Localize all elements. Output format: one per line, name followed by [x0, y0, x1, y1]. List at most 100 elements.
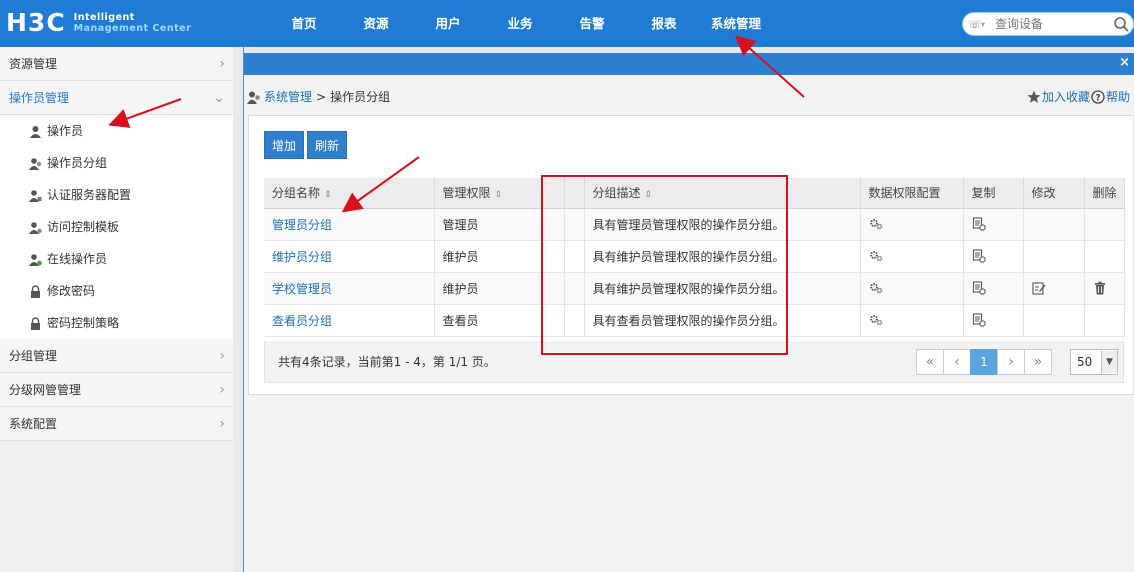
nav-resource[interactable]: 资源	[340, 0, 412, 47]
cell-delete[interactable]	[1084, 272, 1125, 305]
sort-icon[interactable]: ⇕	[645, 190, 653, 200]
sidebar-item-online-operator[interactable]: 在线操作员	[0, 243, 233, 275]
last-page-button[interactable]: »	[1024, 349, 1052, 375]
refresh-button[interactable]: 刷新	[307, 131, 348, 159]
pagination: « ‹ 1 › »	[916, 349, 1052, 375]
nav-system[interactable]: 系统管理	[700, 0, 772, 47]
sidebar-item-change-password[interactable]: 修改密码	[0, 275, 233, 307]
logo-subtitle: Intelligent Management Center	[74, 12, 192, 34]
nav-home[interactable]: 首页	[268, 0, 340, 47]
cell-spacer	[564, 208, 585, 241]
sidebar-item-operator-group[interactable]: 操作员分组	[0, 147, 233, 179]
gear-icon[interactable]	[869, 217, 883, 231]
record-summary: 共有4条记录，当前第1 - 4，第 1/1 页。	[278, 355, 496, 369]
table-footer: 共有4条记录，当前第1 - 4，第 1/1 页。 « ‹ 1 › » 50 ▼	[264, 341, 1124, 383]
sidebar-group-label: 操作员管理	[9, 91, 70, 105]
main-nav: 首页 资源 用户 业务 告警 报表 系统管理	[268, 0, 772, 47]
breadcrumb-current: 操作员分组	[330, 90, 391, 104]
sidebar-item-access-template[interactable]: 访问控制模板	[0, 211, 233, 243]
cell-edit[interactable]	[1023, 272, 1085, 305]
chevron-down-icon[interactable]: ▼	[1101, 351, 1117, 373]
cell-role: 维护员	[434, 240, 565, 273]
sort-icon[interactable]: ⇕	[324, 190, 332, 200]
column-header-delete: 删除	[1084, 178, 1125, 209]
cell-edit	[1023, 304, 1085, 337]
add-button[interactable]: 增加	[264, 131, 305, 159]
group-name-link[interactable]: 学校管理员	[272, 282, 332, 296]
search-icon[interactable]	[1113, 16, 1129, 32]
column-header-name[interactable]: 分组名称 ⇕	[264, 178, 435, 209]
gear-icon[interactable]	[869, 249, 883, 263]
column-label: 管理权限	[442, 186, 491, 201]
cell-delete	[1084, 208, 1125, 241]
column-header-edit: 修改	[1023, 178, 1085, 209]
first-page-button[interactable]: «	[916, 349, 944, 375]
cell-name[interactable]: 学校管理员	[264, 272, 435, 305]
sidebar-group-group-manage[interactable]: 分组管理 ›	[0, 339, 233, 373]
sidebar-item-password-policy[interactable]: 密码控制策略	[0, 307, 233, 339]
sort-icon[interactable]: ⇕	[495, 190, 503, 200]
sidebar-group-system-config[interactable]: 系统配置 ›	[0, 407, 233, 441]
logo-sub-line2: Management Center	[73, 23, 192, 34]
sidebar-group-resource[interactable]: 资源管理 ›	[0, 47, 233, 81]
cell-data-perm[interactable]	[860, 240, 964, 273]
gear-icon[interactable]	[869, 313, 883, 327]
gear-icon[interactable]	[869, 281, 883, 295]
group-name-link[interactable]: 维护员分组	[272, 250, 332, 264]
add-favorite-link[interactable]: 加入收藏	[1042, 88, 1090, 105]
logo[interactable]: H3C Intelligent Management Center	[6, 8, 191, 38]
nav-report[interactable]: 报表	[628, 0, 700, 47]
sidebar-item-label: 在线操作员	[47, 252, 108, 266]
chevron-down-icon[interactable]: ▾	[981, 20, 991, 29]
sidebar-item-label: 访问控制模板	[47, 220, 120, 234]
table-row: 管理员分组 管理员 具有管理员管理权限的操作员分组。	[264, 208, 1125, 241]
content-tabbar: ×	[244, 53, 1134, 75]
copy-icon[interactable]	[972, 217, 986, 231]
cell-data-perm[interactable]	[860, 304, 964, 337]
column-header-desc[interactable]: 分组描述 ⇕	[584, 178, 861, 209]
nav-service[interactable]: 业务	[484, 0, 556, 47]
chevron-right-icon: ›	[219, 416, 225, 432]
column-label: 分组名称	[272, 186, 321, 201]
edit-icon[interactable]	[1031, 281, 1046, 295]
cell-copy[interactable]	[963, 208, 1024, 241]
close-icon[interactable]: ×	[1119, 55, 1130, 70]
nav-user[interactable]: 用户	[412, 0, 484, 47]
cell-data-perm[interactable]	[860, 208, 964, 241]
user-online-icon	[29, 253, 42, 266]
copy-icon[interactable]	[972, 281, 986, 295]
page-size-select[interactable]: 50 ▼	[1070, 349, 1118, 375]
page-number-button[interactable]: 1	[970, 349, 998, 375]
column-label: 分组描述	[592, 186, 641, 201]
group-name-link[interactable]: 查看员分组	[272, 314, 332, 328]
nav-alarm[interactable]: 告警	[556, 0, 628, 47]
group-name-link[interactable]: 管理员分组	[272, 218, 332, 232]
breadcrumb-root[interactable]: 系统管理	[264, 88, 312, 105]
sidebar-item-auth-server[interactable]: 认证服务器配置	[0, 179, 233, 211]
trash-icon[interactable]	[1093, 281, 1107, 295]
cell-role: 维护员	[434, 272, 565, 305]
cell-name[interactable]: 管理员分组	[264, 208, 435, 241]
cell-copy[interactable]	[963, 304, 1024, 337]
column-spacer	[564, 178, 585, 209]
cell-desc: 具有维护员管理权限的操作员分组。	[584, 240, 861, 273]
search-input[interactable]	[995, 17, 1105, 31]
cell-name[interactable]: 查看员分组	[264, 304, 435, 337]
cell-copy[interactable]	[963, 240, 1024, 273]
column-header-role[interactable]: 管理权限 ⇕	[434, 178, 565, 209]
next-page-button[interactable]: ›	[997, 349, 1025, 375]
chevron-right-icon: ›	[219, 348, 225, 364]
cell-copy[interactable]	[963, 272, 1024, 305]
help-link[interactable]: 帮助	[1106, 88, 1130, 105]
sidebar-group-hierarchical[interactable]: 分级网管管理 ›	[0, 373, 233, 407]
column-header-data-perm: 数据权限配置	[860, 178, 964, 209]
sidebar-item-label: 操作员	[47, 124, 84, 138]
copy-icon[interactable]	[972, 313, 986, 327]
sidebar-group-operator[interactable]: 操作员管理 ⌄	[0, 81, 233, 115]
prev-page-button[interactable]: ‹	[943, 349, 971, 375]
cell-name[interactable]: 维护员分组	[264, 240, 435, 273]
table-row: 维护员分组 维护员 具有维护员管理权限的操作员分组。	[264, 240, 1125, 273]
copy-icon[interactable]	[972, 249, 986, 263]
cell-data-perm[interactable]	[860, 272, 964, 305]
sidebar-item-operator[interactable]: 操作员	[0, 115, 233, 147]
